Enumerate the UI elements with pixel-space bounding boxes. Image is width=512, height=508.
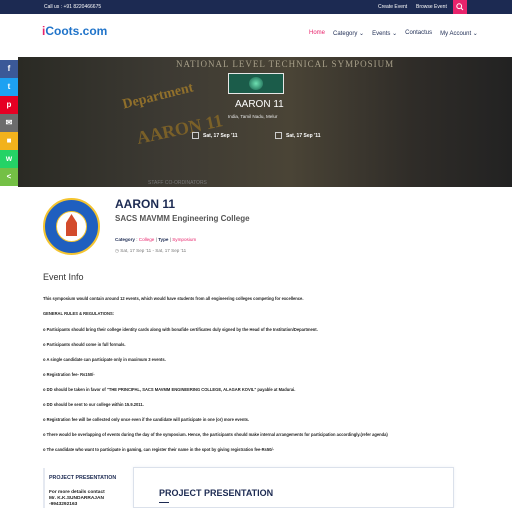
hero-event-name: AARON 11	[235, 99, 284, 110]
twitter-icon[interactable]: t	[0, 78, 18, 96]
event-info-paragraph: o Registration fee will be collected onl…	[43, 417, 250, 422]
banner-heading: NATIONAL LEVEL TECHNICAL SYMPOSIUM	[176, 59, 395, 69]
event-info-paragraph: o Participants should bring their colleg…	[43, 327, 318, 332]
create-event-link[interactable]: Create Event	[378, 4, 407, 10]
email-icon[interactable]: ✉	[0, 114, 18, 132]
search-icon[interactable]	[453, 0, 467, 14]
project-presentation-card: PROJECT PRESENTATION	[133, 467, 454, 508]
event-thumbnail	[228, 73, 284, 94]
share-icon[interactable]: <	[0, 168, 18, 186]
event-info-heading: Event Info	[43, 272, 84, 282]
event-title: AARON 11	[115, 197, 176, 211]
contact-phone-number: -9943292163	[49, 502, 78, 507]
event-info-paragraph: GENERAL RULES & REGULATIONS:	[43, 311, 115, 316]
event-hero-banner: NATIONAL LEVEL TECHNICAL SYMPOSIUM Depar…	[18, 57, 512, 187]
event-info-paragraph: o Registration fee- Rs150/-	[43, 372, 95, 377]
nav-contactus[interactable]: Contactus	[405, 30, 432, 37]
end-date: Sat, 17 Sep '11	[286, 133, 321, 139]
card-title: PROJECT PRESENTATION	[159, 488, 274, 498]
event-info-paragraph: o Participants should come in full forma…	[43, 342, 126, 347]
project-presentation-sidecard: PROJECT PRESENTATION For more details co…	[43, 468, 135, 508]
college-name: SACS MAVMM Engineering College	[115, 214, 250, 223]
contact-phone: Call us : +91 8220466675	[44, 4, 102, 10]
banner-event-name: AARON 11	[134, 110, 225, 148]
contact-name: Mr. K.K.SUNDARRAJAN	[49, 496, 104, 501]
event-info-paragraph: o The candidate who want to participate …	[43, 447, 274, 452]
start-date: Sat, 17 Sep '11	[203, 133, 238, 139]
sidecard-title: PROJECT PRESENTATION	[49, 475, 117, 481]
event-info-paragraph: o DD should be sent to our college withi…	[43, 402, 144, 407]
title-underline	[159, 502, 169, 503]
nav-links: Home Category ⌄ Events ⌄ Contactus My Ac…	[309, 30, 478, 37]
college-logo	[43, 198, 100, 255]
nav-events[interactable]: Events ⌄	[372, 30, 397, 37]
bookmark-icon[interactable]: ■	[0, 132, 18, 150]
pinterest-icon[interactable]: p	[0, 96, 18, 114]
event-info-paragraph: This symposium would contain around 12 e…	[43, 296, 304, 301]
event-info-paragraph: o A single candidate can participate onl…	[43, 357, 166, 362]
calendar-icon	[192, 132, 199, 139]
event-info-paragraph: o DD should be taken in favor of "THE PR…	[43, 387, 296, 392]
browse-event-link[interactable]: Browse Event	[416, 4, 447, 10]
contact-label: For more details contact	[49, 490, 105, 495]
banner-staff-text: STAFF CO-ORDINATORS	[148, 180, 207, 186]
nav-category[interactable]: Category ⌄	[333, 30, 364, 37]
event-location: India, Tamil Nadu, Melur	[228, 114, 278, 119]
whatsapp-icon[interactable]: w	[0, 150, 18, 168]
nav-my-account[interactable]: My Account ⌄	[440, 30, 478, 37]
event-date-range: ◷ Sat, 17 Sep '11 - Sat, 17 Sep '11	[115, 248, 187, 253]
event-info-paragraph: o There would be overlapping of events d…	[43, 432, 388, 437]
site-logo[interactable]: iCoots.com	[42, 24, 107, 38]
top-bar: Call us : +91 8220466675 Create Event Br…	[0, 0, 512, 14]
facebook-icon[interactable]: f	[0, 60, 18, 78]
nav-home[interactable]: Home	[309, 30, 325, 37]
banner-department-text: Department	[121, 80, 195, 113]
event-meta: Category : College | Type | Symposium	[115, 237, 197, 242]
calendar-icon	[275, 132, 282, 139]
